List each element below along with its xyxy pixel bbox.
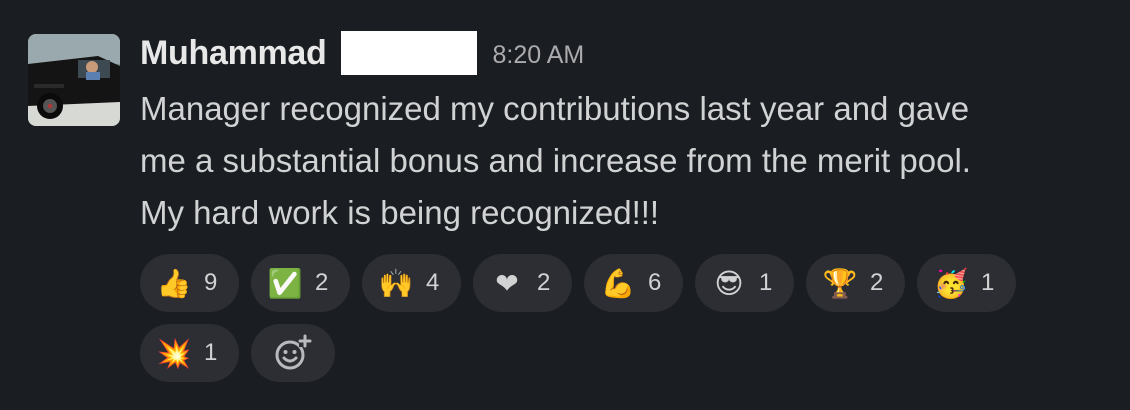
trophy-icon: 🏆 xyxy=(822,266,858,300)
reaction-red-heart[interactable]: ❤ 2 xyxy=(473,254,572,312)
chat-message: Muhammad 8:20 AM Manager recognized my c… xyxy=(0,0,1130,410)
message-line: Manager recognized my contributions last… xyxy=(140,90,970,127)
collision-icon: 💥 xyxy=(156,336,192,370)
reaction-flexed-biceps[interactable]: 💪 6 xyxy=(584,254,683,312)
add-reaction-button[interactable] xyxy=(251,324,335,382)
message-line: My hard work is being recognized!!! xyxy=(140,194,660,231)
sunglasses-face-icon: 😎 xyxy=(714,266,744,300)
reaction-count: 2 xyxy=(870,269,884,296)
user-avatar[interactable] xyxy=(28,34,120,126)
reaction-thumbs-up[interactable]: 👍 9 xyxy=(140,254,239,312)
message-body: Manager recognized my contributions last… xyxy=(140,83,1100,239)
reaction-count: 1 xyxy=(759,269,773,296)
reaction-sunglasses-face[interactable]: 😎 1 xyxy=(695,254,794,312)
reaction-collision[interactable]: 💥 1 xyxy=(140,324,239,382)
reaction-count: 9 xyxy=(204,269,218,296)
reaction-row: 👍 9 ✅ 2 🙌 4 ❤ 2 💪 6 😎 1 🏆 2 🥳 1 xyxy=(140,254,1040,312)
message-header: Muhammad 8:20 AM xyxy=(140,28,584,78)
reaction-trophy[interactable]: 🏆 2 xyxy=(806,254,905,312)
redaction-box xyxy=(340,31,477,75)
reaction-bar: 👍 9 ✅ 2 🙌 4 ❤ 2 💪 6 😎 1 🏆 2 🥳 1 💥 1 xyxy=(140,254,1040,394)
add-emoji-icon xyxy=(275,334,312,370)
partying-face-icon: 🥳 xyxy=(933,266,969,300)
reaction-count: 4 xyxy=(426,269,440,296)
reaction-row: 💥 1 xyxy=(140,324,1040,382)
thumbs-up-icon: 👍 xyxy=(156,266,192,300)
flexed-biceps-icon: 💪 xyxy=(600,266,636,300)
reaction-count: 2 xyxy=(537,269,551,296)
reaction-count: 1 xyxy=(981,269,995,296)
red-heart-icon: ❤ xyxy=(495,266,519,300)
avatar-photo xyxy=(28,34,120,126)
message-timestamp[interactable]: 8:20 AM xyxy=(493,41,585,70)
reaction-check-mark[interactable]: ✅ 2 xyxy=(251,254,350,312)
reaction-partying-face[interactable]: 🥳 1 xyxy=(917,254,1016,312)
message-line: me a substantial bonus and increase from… xyxy=(140,142,971,179)
reaction-raised-hands[interactable]: 🙌 4 xyxy=(362,254,461,312)
reaction-count: 1 xyxy=(204,339,218,366)
author-name[interactable]: Muhammad xyxy=(140,34,327,73)
check-mark-icon: ✅ xyxy=(267,266,303,300)
reaction-count: 2 xyxy=(315,269,329,296)
reaction-count: 6 xyxy=(648,269,662,296)
raised-hands-icon: 🙌 xyxy=(378,266,414,300)
